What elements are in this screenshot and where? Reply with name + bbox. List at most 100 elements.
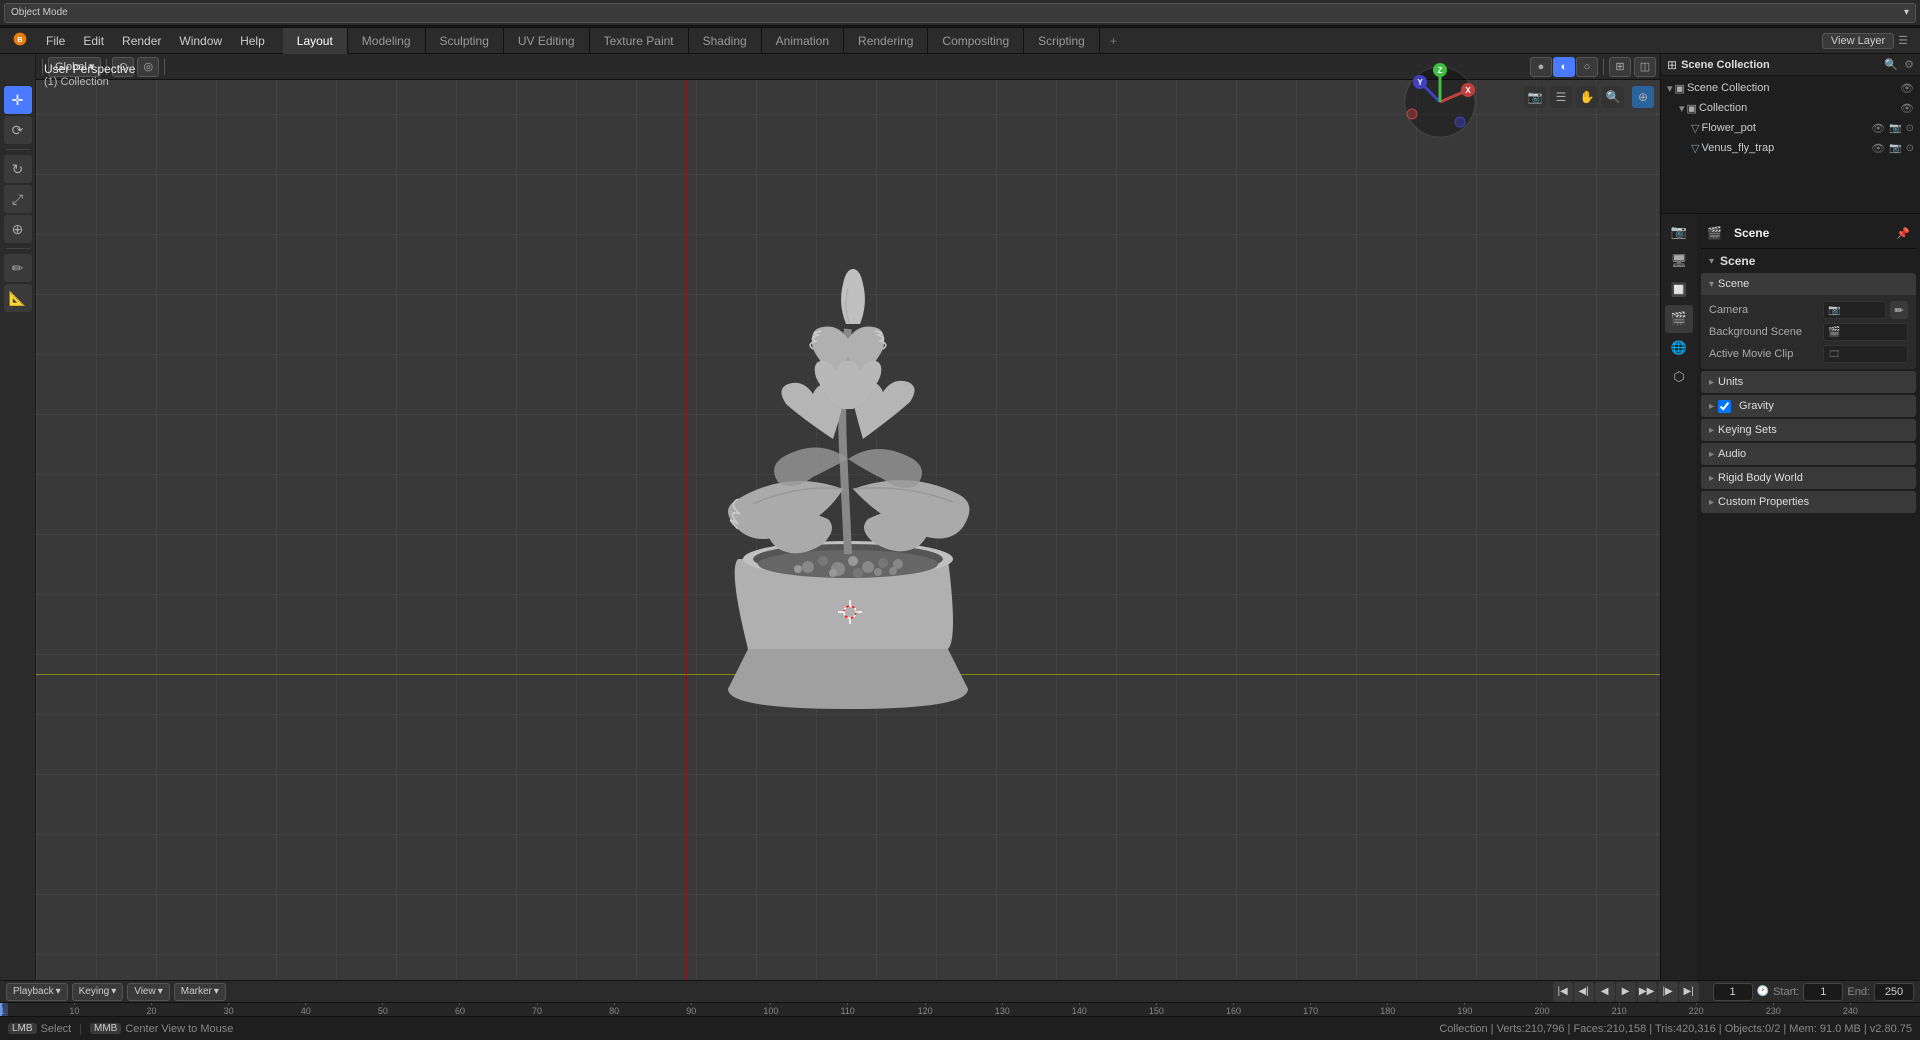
tl-step-back-btn[interactable]: ◀	[1595, 982, 1615, 1002]
vp-xray-btn[interactable]: ◫	[1634, 57, 1656, 77]
prop-viewlayer-icon[interactable]: 🔲	[1665, 276, 1693, 304]
prop-camera-value[interactable]: 📷	[1823, 301, 1886, 319]
outliner-sc-eye[interactable]: 👁	[1900, 82, 1914, 95]
tab-sculpting[interactable]: Sculpting	[426, 28, 504, 54]
section-audio-header[interactable]: ▸ Audio	[1701, 443, 1916, 465]
vp-global-btn[interactable]: Global ▾	[48, 57, 101, 77]
tool-separator-1	[6, 149, 30, 150]
vp-collection-icon-btn[interactable]: ☰	[1550, 86, 1572, 108]
navigation-gizmo[interactable]: X Y Z	[1400, 62, 1480, 142]
outliner-filter-btn[interactable]: 🔍	[1884, 58, 1898, 71]
outliner-col-arrow: ▾	[1679, 102, 1685, 115]
outliner-fp-eye[interactable]: 👁	[1871, 122, 1885, 135]
section-gravity-header[interactable]: ▸ Gravity	[1701, 395, 1916, 417]
left-toolbar: Object Mode ▾ ✛ ⟳ ↻ ⤢ ⊕ ✏ 📐	[0, 54, 36, 980]
outliner-scene-collection[interactable]: ▾ ▣ Scene Collection 👁	[1663, 78, 1918, 98]
menu-render[interactable]: Render	[114, 32, 169, 50]
tl-next-keyframe-btn[interactable]: |▶	[1658, 982, 1678, 1002]
section-keying-header[interactable]: ▸ Keying Sets	[1701, 419, 1916, 441]
prop-movieclip-value[interactable]: 🎞	[1823, 345, 1908, 363]
tab-layout[interactable]: Layout	[283, 28, 348, 54]
menu-help[interactable]: Help	[232, 32, 273, 50]
prop-camera-edit-btn[interactable]: ✏	[1890, 301, 1908, 319]
outliner-sc-arrow: ▾	[1667, 82, 1673, 95]
prop-output-icon[interactable]: 🖥	[1665, 247, 1693, 275]
timeline-view-arrow: ▾	[158, 986, 163, 997]
gravity-checkbox[interactable]	[1718, 400, 1731, 413]
outliner-vft-eye[interactable]: 👁	[1871, 142, 1885, 155]
vp-overlay-btn[interactable]: ⊞	[1609, 57, 1631, 77]
props-pin-btn[interactable]: 📌	[1896, 227, 1910, 240]
viewport[interactable]: Global ▾ ⊙ ◎ ● ◐ ○ ⊞ ◫	[36, 54, 1660, 980]
tool-scale[interactable]: ⤢	[4, 185, 32, 213]
tab-animation[interactable]: Animation	[762, 28, 844, 54]
vp-pivot-btn[interactable]: ◎	[137, 57, 159, 77]
scene-btn[interactable]: ☰	[1898, 34, 1908, 47]
outliner-options-btn[interactable]: ⚙	[1904, 58, 1914, 71]
vp-search-icon-btn[interactable]: 🔍	[1602, 86, 1624, 108]
prop-world-icon[interactable]: 🌐	[1665, 334, 1693, 362]
tab-rendering[interactable]: Rendering	[844, 28, 928, 54]
tl-jump-end-btn[interactable]: ▶|	[1679, 982, 1699, 1002]
tab-shading[interactable]: Shading	[689, 28, 762, 54]
svg-text:Z: Z	[1438, 66, 1443, 75]
vp-hand-icon-btn[interactable]: ✋	[1576, 86, 1598, 108]
tab-texture-paint[interactable]: Texture Paint	[590, 28, 689, 54]
outliner-flower-pot[interactable]: ▽ Flower_pot 👁 📷 ⊙	[1663, 118, 1918, 138]
tool-measure[interactable]: 📐	[4, 284, 32, 312]
tab-compositing[interactable]: Compositing	[928, 28, 1024, 54]
plant-3d-object	[638, 209, 1058, 769]
prop-scene-icon[interactable]: 🎬	[1665, 305, 1693, 333]
timeline-marker-btn[interactable]: Marker ▾	[174, 983, 226, 1001]
prop-object-icon[interactable]: ⬡	[1665, 363, 1693, 391]
timeline-playback-label: Playback	[13, 986, 54, 997]
scene-arrow[interactable]: ▾	[1709, 256, 1714, 267]
outliner-collection[interactable]: ▾ ▣ Collection 👁	[1663, 98, 1918, 118]
vp-gizmo-move-btn[interactable]: ⊕	[1632, 86, 1654, 108]
view-layer-btn[interactable]: View Layer	[1822, 33, 1894, 49]
tool-transform[interactable]: ⊕	[4, 215, 32, 243]
tl-step-fwd-btn[interactable]: ▶▶	[1637, 982, 1657, 1002]
timeline-keying-btn[interactable]: Keying ▾	[72, 983, 124, 1001]
menu-blender[interactable]: B	[4, 29, 36, 52]
timeline-end-frame-input[interactable]	[1874, 983, 1914, 1001]
timeline-keying-arrow: ▾	[111, 986, 116, 997]
tab-uv-editing[interactable]: UV Editing	[504, 28, 590, 54]
vp-rendered-btn[interactable]: ○	[1576, 57, 1598, 77]
outliner-vft-cam: 📷	[1889, 143, 1901, 154]
tl-prev-keyframe-btn[interactable]: ◀|	[1574, 982, 1594, 1002]
timeline-marker-label: Marker	[181, 986, 212, 997]
section-units-header[interactable]: ▸ Units	[1701, 371, 1916, 393]
tool-rotate[interactable]: ↻	[4, 155, 32, 183]
outliner-venus-fly-trap[interactable]: ▽ Venus_fly_trap 👁 📷 ⊙	[1663, 138, 1918, 158]
tab-modeling[interactable]: Modeling	[348, 28, 426, 54]
tl-play-btn[interactable]: ▶	[1616, 982, 1636, 1002]
timeline-view-btn[interactable]: View ▾	[127, 983, 170, 1001]
timeline-start-frame-input[interactable]	[1803, 983, 1843, 1001]
timeline-current-frame[interactable]	[1713, 983, 1753, 1001]
props-header: 🎬 Scene 📌	[1701, 218, 1916, 249]
tab-add[interactable]: +	[1100, 28, 1127, 54]
tool-annotate[interactable]: ✏	[4, 254, 32, 282]
menu-window[interactable]: Window	[171, 32, 230, 50]
vp-camera-icon-btn[interactable]: 📷	[1524, 86, 1546, 108]
section-custom-header[interactable]: ▸ Custom Properties	[1701, 491, 1916, 513]
timeline-playback-btn[interactable]: Playback ▾	[6, 983, 68, 1001]
prop-render-icon[interactable]: 📷	[1665, 218, 1693, 246]
timeline-track[interactable]: 1102030405060708090100110120130140150160…	[0, 1003, 1920, 1016]
tool-move[interactable]: ⟳	[4, 116, 32, 144]
prop-bgscene-value[interactable]: 🎬	[1823, 323, 1908, 341]
vp-snap-btn[interactable]: ⊙	[112, 57, 134, 77]
tool-cursor[interactable]: ✛	[4, 86, 32, 114]
vp-material-btn[interactable]: ◐	[1553, 57, 1575, 77]
tl-jump-start-btn[interactable]: |◀	[1553, 982, 1573, 1002]
tab-scripting[interactable]: Scripting	[1024, 28, 1100, 54]
camera-icon: 📷	[1828, 305, 1840, 316]
menu-edit[interactable]: Edit	[75, 32, 112, 50]
menu-file[interactable]: File	[38, 32, 73, 50]
props-scene-icon: 🎬	[1707, 226, 1722, 240]
outliner-col-eye[interactable]: 👁	[1900, 102, 1914, 115]
vp-solid-btn[interactable]: ●	[1530, 57, 1552, 77]
section-rigid-header[interactable]: ▸ Rigid Body World	[1701, 467, 1916, 489]
section-scene-header[interactable]: ▾ Scene	[1701, 273, 1916, 295]
